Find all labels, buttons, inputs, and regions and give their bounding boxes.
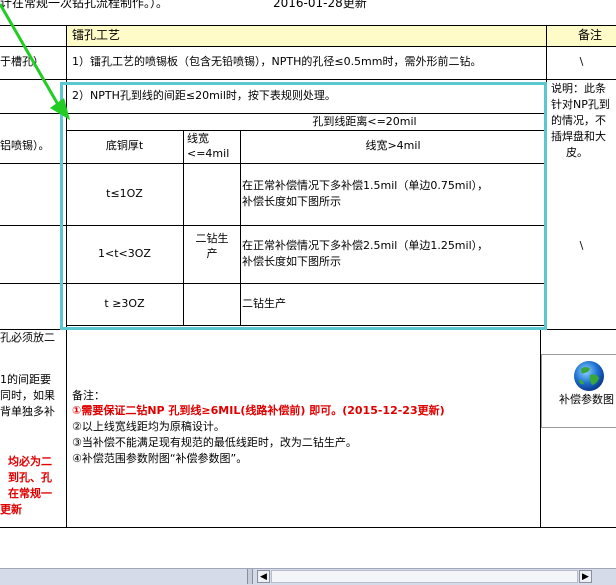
embedded-object-label: 补偿参数图 xyxy=(559,393,614,406)
remark-3: \ xyxy=(579,239,584,252)
horizontal-scrollbar[interactable] xyxy=(271,570,578,583)
remark-2-2: 针对NP孔到 xyxy=(551,98,610,111)
scroll-right-button[interactable]: ▶ xyxy=(579,570,592,583)
globe-icon xyxy=(574,361,604,391)
left-row4-2: 同时，如果 xyxy=(0,389,55,402)
note-3: ③当补偿不能满足现有规范的最低线距时，改为二钻生产。 xyxy=(72,436,357,449)
left-row3: 孔必须放二 xyxy=(0,331,55,344)
arrow-pointer xyxy=(0,3,70,120)
note-2: ②以上线宽线距均为原稿设计。 xyxy=(72,420,225,433)
header-remarks: 备注 xyxy=(578,28,603,42)
embedded-object[interactable]: 补偿参数图 xyxy=(541,354,616,428)
scroll-handle[interactable] xyxy=(247,569,253,584)
left-row4-3: 背单独多补 xyxy=(0,405,55,418)
remark-2-5: 皮。 xyxy=(566,146,588,159)
left-row2: 铝喷锡）。 xyxy=(0,139,50,152)
left-row5-1: 均必为二 xyxy=(8,455,52,468)
notes-title: 备注： xyxy=(72,389,105,402)
remark-1: \ xyxy=(579,55,584,68)
left-row5-3: 在常规一 xyxy=(8,487,52,500)
remark-2-1: 说明：此条 xyxy=(551,82,606,95)
note-1: ①需要保证二钻NP 孔到线≥6MIL(线路补偿前) 即可。(2015-12-23… xyxy=(72,404,445,417)
left-row5-4: 更新 xyxy=(0,503,22,516)
remark-2-3: 的情况，不 xyxy=(551,114,606,127)
top-note-date: 2016-01-28更新 xyxy=(273,0,367,10)
remark-2-4: 插焊盘和大 xyxy=(551,130,606,143)
highlight-box xyxy=(60,82,547,330)
rule-1-text: 1）镭孔工艺的喷锡板（包含无铅喷锡），NPTH的孔径≤0.5mm时，需外形前二钻… xyxy=(72,55,482,68)
note-4: ④补偿范围参数附图“补偿参数图”。 xyxy=(72,452,248,465)
scroll-left-button[interactable]: ◀ xyxy=(257,570,270,583)
left-row4-1: 1的间距要 xyxy=(0,373,51,386)
left-row5-2: 到孔、孔 xyxy=(8,471,52,484)
